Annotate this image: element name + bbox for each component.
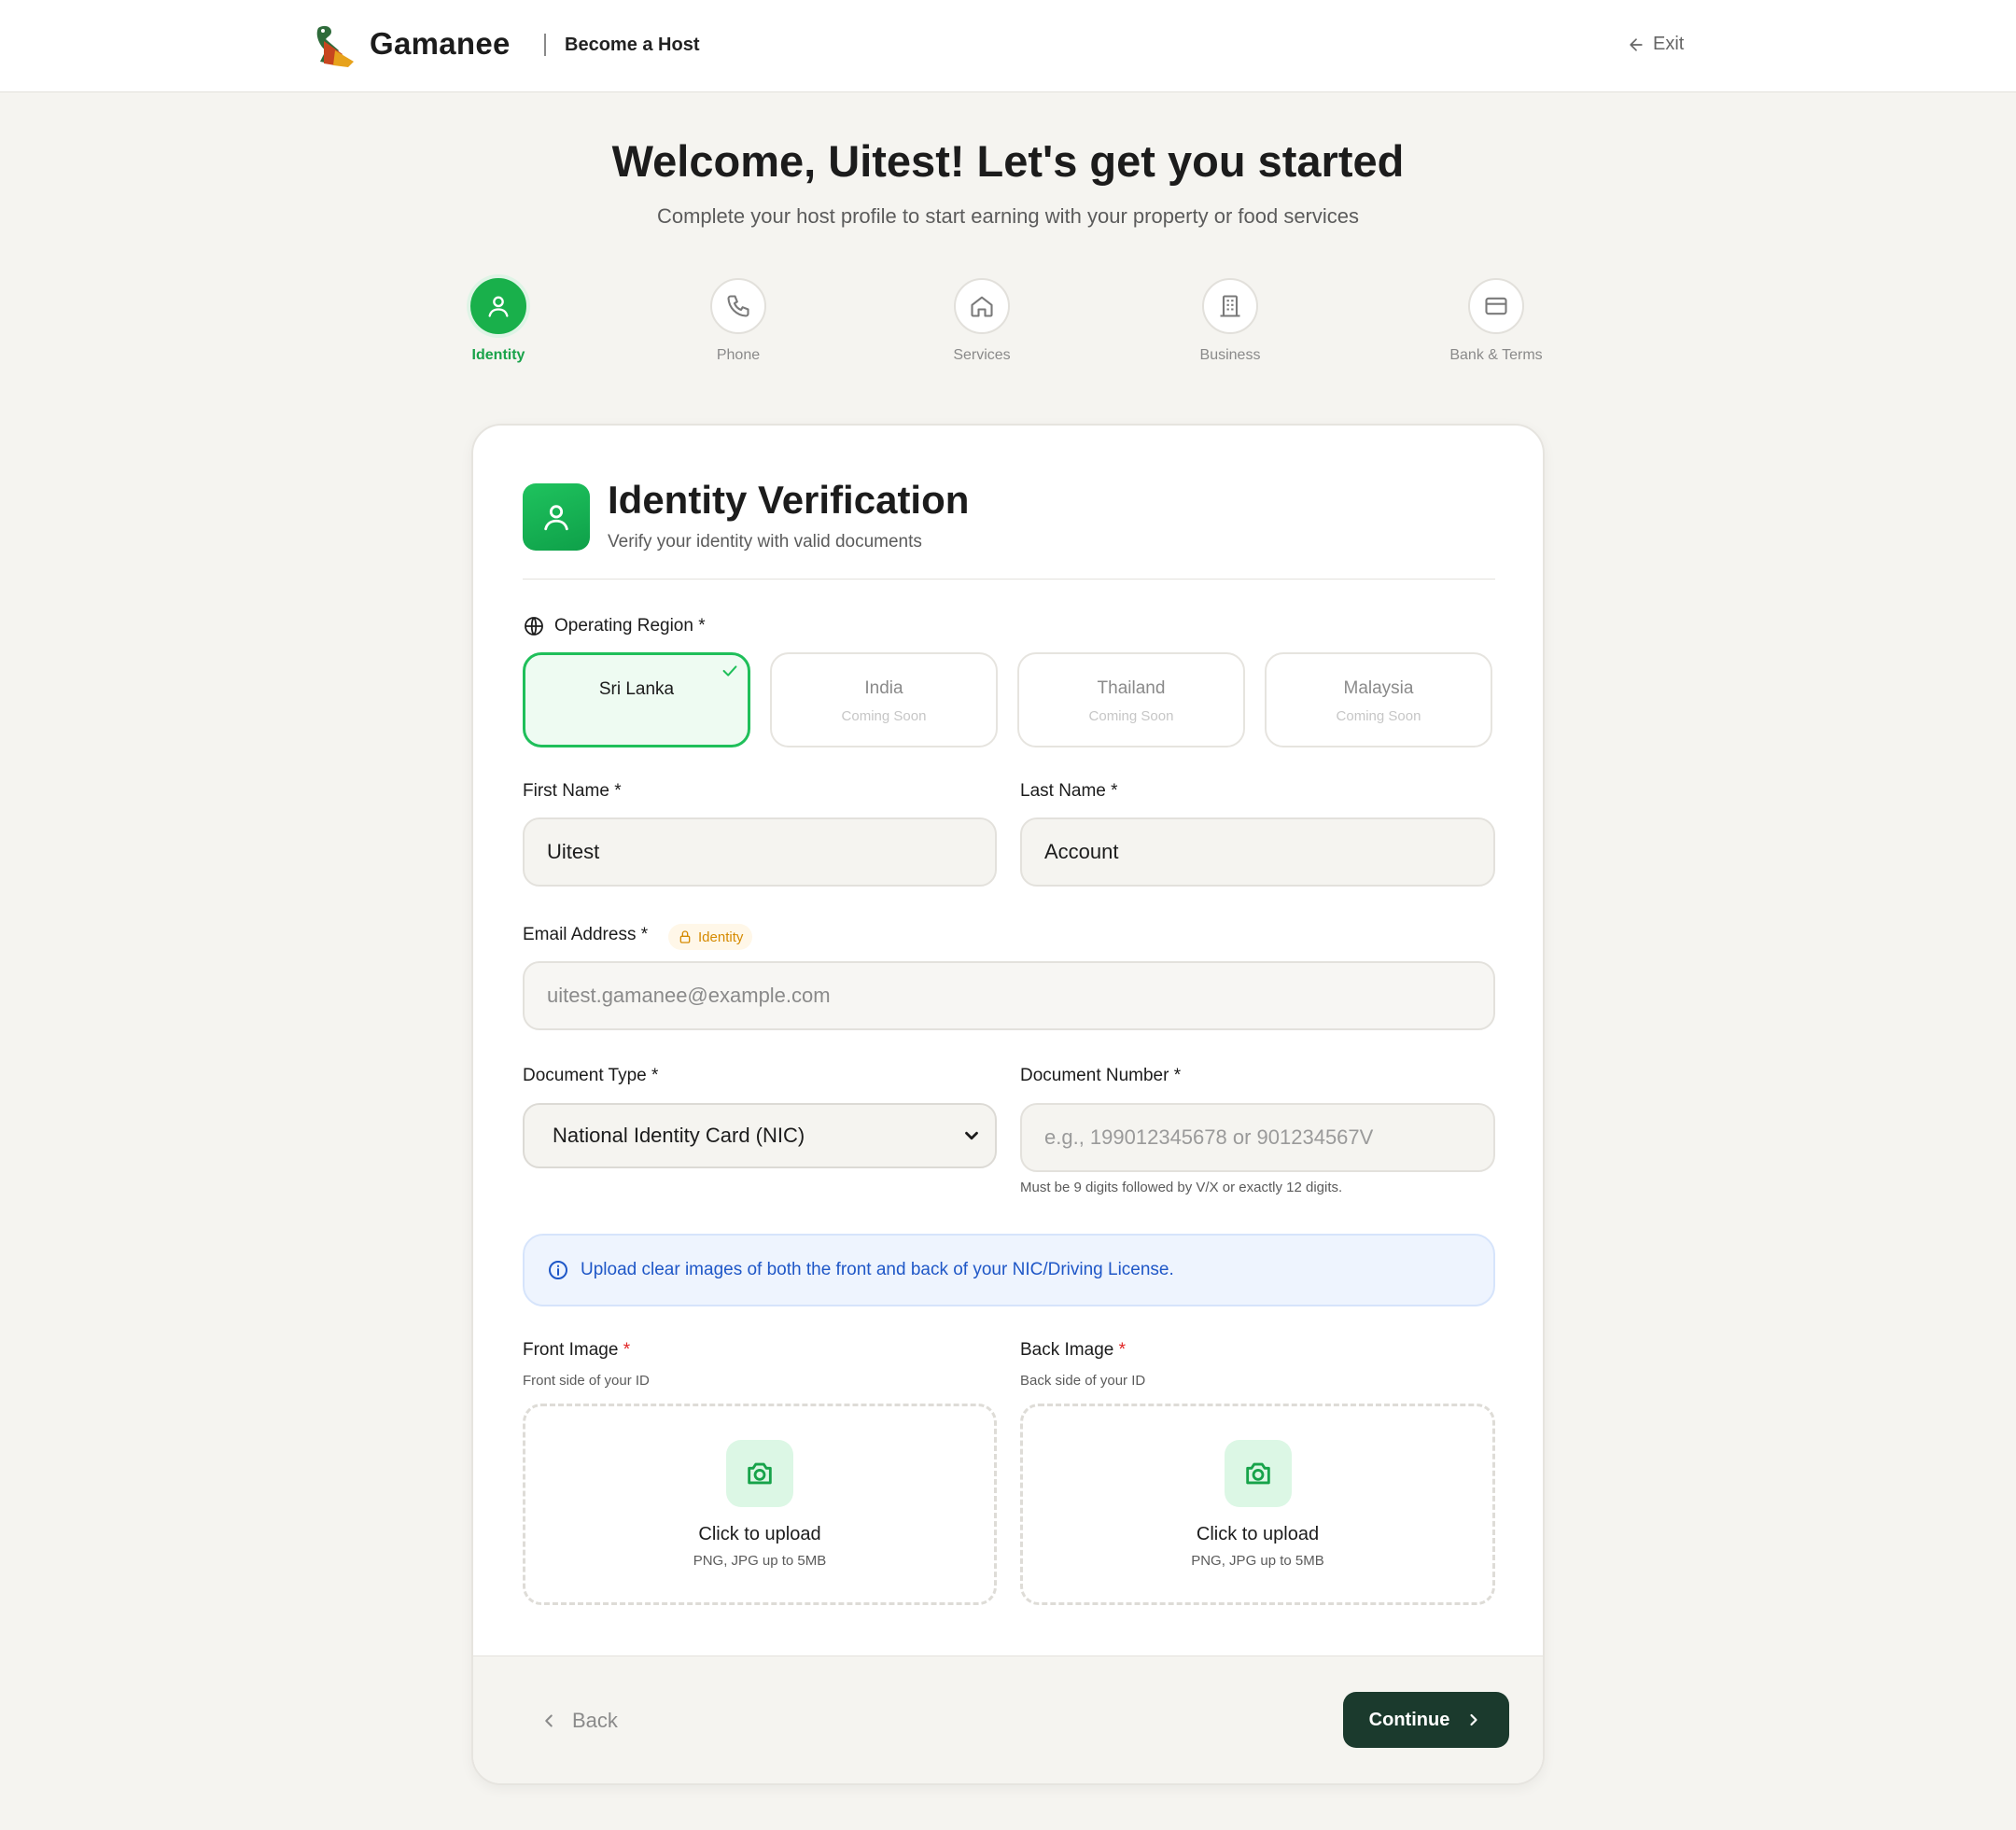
region-label: Operating Region *: [523, 615, 706, 637]
credit-card-icon: [1485, 297, 1507, 315]
region-name: Thailand: [1097, 678, 1166, 698]
identity-badge-icon: [523, 483, 590, 551]
region-status: Coming Soon: [841, 708, 927, 724]
back-image-sub: Back side of your ID: [1020, 1373, 1146, 1389]
upload-formats: PNG, JPG up to 5MB: [693, 1553, 827, 1569]
camera-icon: [748, 1462, 772, 1485]
region-malaysia[interactable]: Malaysia Coming Soon: [1265, 652, 1492, 747]
email-input[interactable]: uitest.gamanee@example.com: [523, 961, 1495, 1030]
chevron-down-icon: [965, 1131, 978, 1140]
step-circle: [954, 278, 1010, 334]
region-name: Sri Lanka: [598, 679, 675, 699]
divider: [523, 579, 1495, 580]
back-label: Back: [572, 1709, 618, 1732]
upload-info-banner: Upload clear images of both the front an…: [523, 1234, 1495, 1306]
step-identity[interactable]: Identity: [405, 278, 592, 364]
card-subtitle: Verify your identity with valid document…: [608, 532, 922, 552]
chevron-right-icon: [1470, 1713, 1477, 1726]
step-label: Services: [953, 347, 1011, 363]
identity-card: Identity Verification Verify your identi…: [471, 424, 1545, 1785]
continue-label: Continue: [1368, 1709, 1450, 1730]
step-label: Identity: [471, 347, 525, 363]
badge-text: Identity: [698, 929, 744, 945]
upload-cta: Click to upload: [1196, 1524, 1320, 1544]
gamanee-logo-icon: [316, 25, 354, 67]
document-number-input[interactable]: e.g., 199012345678 or 901234567V: [1020, 1103, 1495, 1172]
front-image-sub: Front side of your ID: [523, 1373, 650, 1389]
step-phone[interactable]: Phone: [645, 278, 832, 364]
brand-separator: [544, 34, 546, 56]
page-subtitle: Complete your host profile to start earn…: [656, 204, 1360, 228]
phone-icon: [727, 295, 749, 317]
step-circle: [710, 278, 766, 334]
document-type-value: National Identity Card (NIC): [553, 1124, 805, 1147]
lock-icon: [679, 930, 691, 943]
home-icon: [971, 296, 993, 317]
identity-lock-badge: Identity: [668, 924, 753, 950]
upload-cta: Click to upload: [698, 1524, 821, 1544]
first-name-label: First Name *: [523, 781, 622, 801]
step-circle: [470, 278, 526, 334]
step-circle: [1202, 278, 1258, 334]
globe-icon: [525, 617, 543, 636]
step-bank-terms[interactable]: Bank & Terms: [1403, 278, 1589, 364]
section-title: Become a Host: [565, 35, 700, 55]
building-icon: [1220, 295, 1240, 317]
camera-badge: [1224, 1440, 1292, 1507]
arrow-left-icon: [1630, 37, 1643, 51]
first-name-input[interactable]: Uitest: [523, 817, 997, 887]
step-label: Bank & Terms: [1449, 347, 1543, 363]
page-title: Welcome, Uitest! Let's get you started: [611, 136, 1405, 186]
required-mark: *: [698, 616, 706, 636]
region-sri-lanka[interactable]: Sri Lanka: [523, 652, 750, 747]
region-name: India: [864, 678, 903, 698]
step-business[interactable]: Business: [1137, 278, 1323, 364]
card-title: Identity Verification: [608, 478, 970, 522]
last-name-input[interactable]: Account: [1020, 817, 1495, 887]
document-type-label: Document Type *: [523, 1066, 659, 1085]
camera-badge: [726, 1440, 793, 1507]
continue-button[interactable]: Continue: [1343, 1692, 1509, 1748]
region-thailand[interactable]: Thailand Coming Soon: [1017, 652, 1245, 747]
region-label-text: Operating Region: [554, 616, 693, 636]
back-image-upload[interactable]: Click to upload PNG, JPG up to 5MB: [1020, 1404, 1495, 1605]
region-name: Malaysia: [1343, 678, 1414, 698]
last-name-label: Last Name *: [1020, 781, 1118, 801]
chevron-left-icon: [545, 1714, 553, 1727]
user-icon: [488, 296, 509, 317]
front-image-upload[interactable]: Click to upload PNG, JPG up to 5MB: [523, 1404, 997, 1605]
info-text: Upload clear images of both the front an…: [581, 1260, 1174, 1279]
step-circle: [1468, 278, 1524, 334]
step-services[interactable]: Services: [889, 278, 1075, 364]
info-icon: [549, 1261, 567, 1279]
region-status: Coming Soon: [1088, 708, 1174, 724]
exit-button[interactable]: Exit: [1627, 34, 1684, 55]
brand-name: Gamanee: [370, 26, 511, 61]
top-header: Gamanee Become a Host Exit: [0, 0, 2016, 92]
document-number-hint: Must be 9 digits followed by V/X or exac…: [1020, 1180, 1343, 1195]
email-label: Email Address *: [523, 925, 649, 944]
exit-label: Exit: [1653, 34, 1685, 54]
back-button[interactable]: Back: [539, 1709, 618, 1733]
upload-formats: PNG, JPG up to 5MB: [1191, 1553, 1324, 1569]
step-label: Phone: [716, 347, 761, 363]
front-image-label: Front Image *: [523, 1340, 631, 1360]
step-label: Business: [1199, 347, 1261, 363]
region-india[interactable]: India Coming Soon: [770, 652, 998, 747]
region-status: Coming Soon: [1336, 708, 1421, 724]
document-number-label: Document Number *: [1020, 1066, 1182, 1085]
check-icon: [722, 665, 737, 677]
document-type-select[interactable]: National Identity Card (NIC): [523, 1103, 997, 1168]
user-icon: [544, 505, 568, 531]
back-image-label: Back Image *: [1020, 1340, 1127, 1360]
camera-icon: [1245, 1462, 1270, 1485]
card-footer: Back Continue: [473, 1655, 1543, 1783]
